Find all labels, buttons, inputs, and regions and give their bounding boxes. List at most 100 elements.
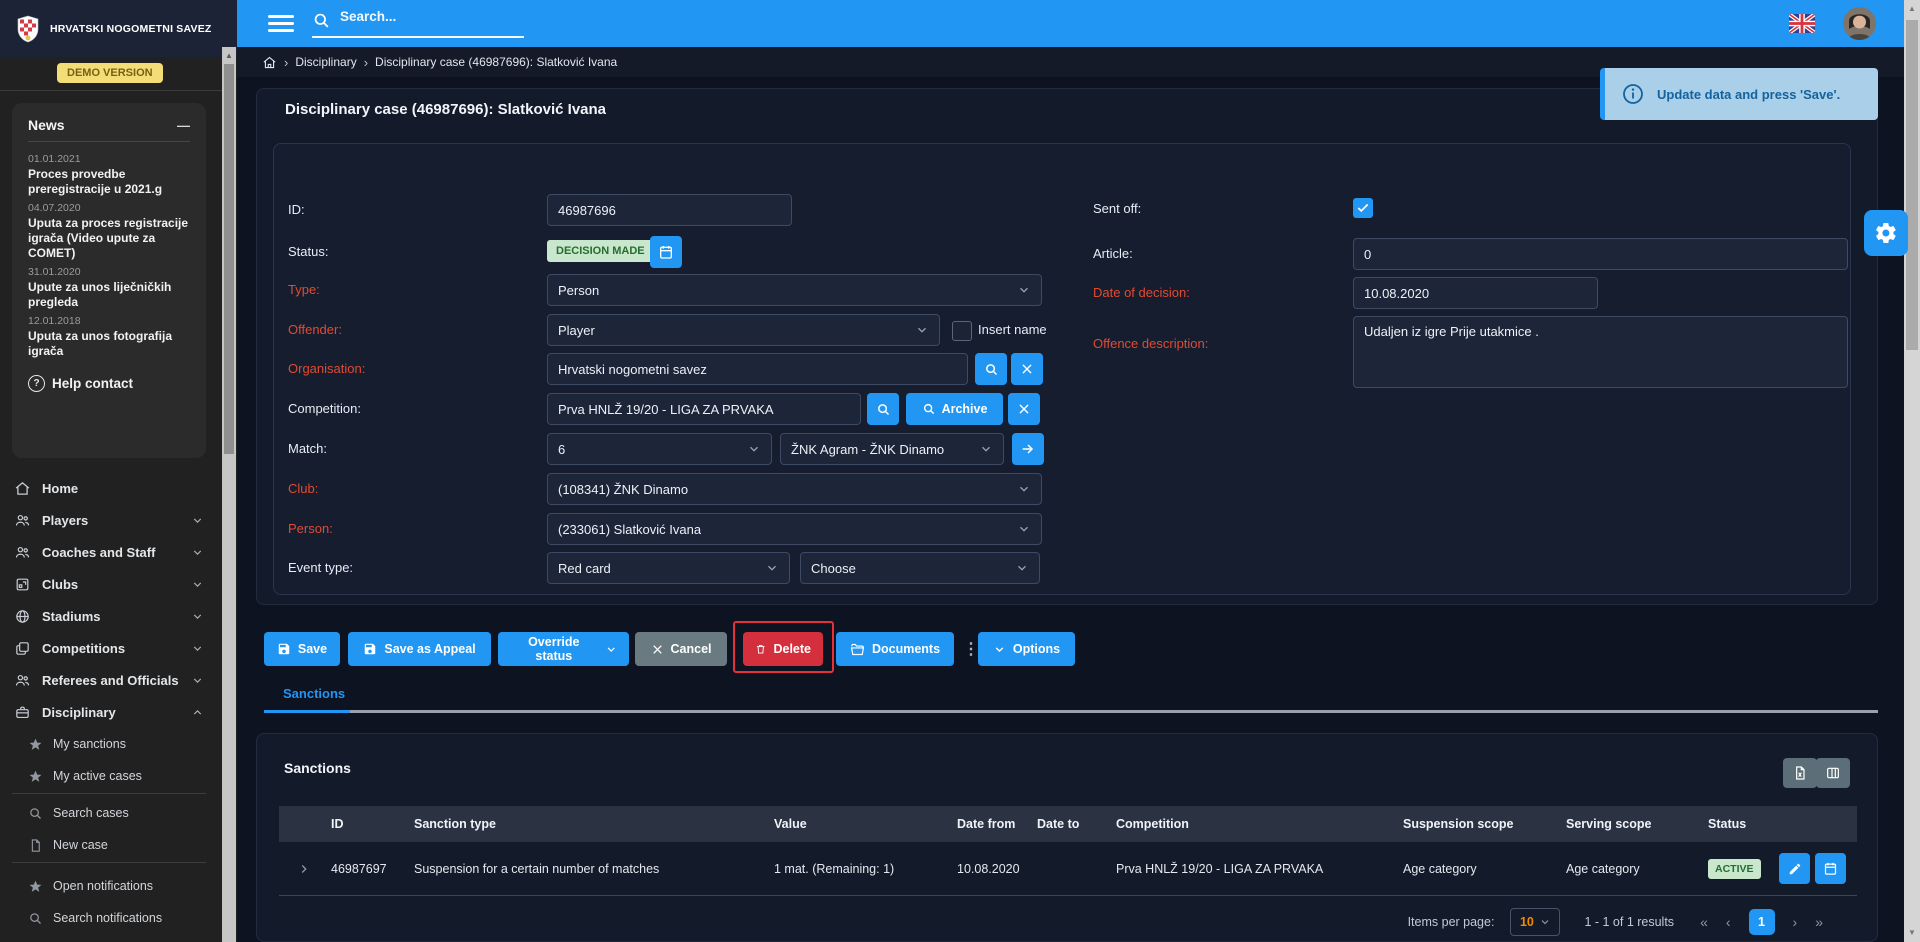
article-input[interactable]: [1353, 238, 1848, 270]
documents-button-label: Documents: [872, 642, 940, 656]
column-header-competition: Competition: [1116, 817, 1403, 831]
results-count: 1 - 1 of 1 results: [1584, 915, 1674, 929]
event-subtype-select[interactable]: Choose: [800, 552, 1040, 584]
competition-archive-button[interactable]: Archive: [906, 393, 1003, 425]
language-flag-uk-icon[interactable]: [1789, 14, 1815, 33]
more-actions-dots-icon[interactable]: ⋮: [963, 632, 979, 666]
settings-gear-button[interactable]: [1864, 210, 1908, 256]
divider: [0, 90, 222, 91]
sidebar-item-disciplinary[interactable]: Disciplinary: [0, 696, 218, 728]
date-of-decision-input[interactable]: [1353, 277, 1598, 309]
next-page-icon[interactable]: ›: [1793, 914, 1798, 930]
offender-select[interactable]: Player: [547, 314, 940, 346]
event-type-select[interactable]: Red card: [547, 552, 790, 584]
id-input[interactable]: [547, 194, 792, 226]
offence-description-textarea[interactable]: Udaljen iz igre Prije utakmice .: [1353, 316, 1848, 388]
prev-page-icon[interactable]: ‹: [1726, 914, 1731, 930]
column-settings-button[interactable]: [1816, 758, 1850, 788]
first-page-icon[interactable]: «: [1700, 914, 1708, 930]
tab-sanctions[interactable]: Sanctions: [283, 686, 345, 701]
news-panel: News — 01.01.2021 Proces provedbe prereg…: [12, 103, 206, 458]
documents-button[interactable]: Documents: [836, 632, 954, 666]
scroll-up-icon[interactable]: ▲: [222, 51, 236, 60]
sidebar-item-stadiums[interactable]: Stadiums: [0, 600, 218, 632]
news-date: 12.01.2018: [28, 315, 190, 327]
tooltip-text: Update data and press 'Save'.: [1657, 87, 1840, 102]
insert-name-checkbox[interactable]: [952, 321, 972, 341]
chevron-down-icon: [191, 546, 204, 559]
competition-input[interactable]: [547, 393, 861, 425]
delete-button[interactable]: Delete: [743, 632, 823, 666]
status-history-button[interactable]: [650, 236, 682, 268]
sidebar-item-new-case[interactable]: New case: [0, 831, 218, 859]
options-button-label: Options: [1013, 642, 1060, 656]
sidebar-subitem-label: Search cases: [53, 806, 129, 820]
cancel-button[interactable]: Cancel: [635, 632, 727, 666]
sidebar-item-referees-and-officials[interactable]: Referees and Officials: [0, 664, 218, 696]
breadcrumb-link-disciplinary[interactable]: Disciplinary: [295, 55, 356, 69]
match-pair-select[interactable]: ŽNK Agram - ŽNK Dinamo: [780, 433, 1004, 465]
page-scrollbar-thumb[interactable]: [1906, 20, 1918, 350]
file-icon: [28, 838, 43, 853]
options-button[interactable]: Options: [978, 632, 1075, 666]
page-scrollbar[interactable]: ▲ ▼: [1904, 0, 1920, 942]
save-button[interactable]: Save: [264, 632, 340, 666]
organisation-clear-button[interactable]: [1011, 353, 1043, 385]
news-link[interactable]: Proces provedbe preregistracije u 2021.g: [28, 167, 190, 197]
scroll-down-icon[interactable]: ▼: [1904, 928, 1920, 937]
news-link[interactable]: Uputa za proces registracije igrača (Vid…: [28, 216, 190, 261]
edit-sanction-button[interactable]: [1779, 853, 1810, 884]
sidebar-scrollbar[interactable]: ▲: [222, 47, 236, 942]
column-header-sanction-type: Sanction type: [414, 817, 774, 831]
user-avatar[interactable]: [1843, 7, 1876, 40]
news-item: 12.01.2018 Uputa za unos fotografija igr…: [12, 312, 206, 361]
save-as-appeal-button[interactable]: Save as Appeal: [348, 632, 491, 666]
sidebar-item-my-sanctions[interactable]: My sanctions: [0, 730, 218, 758]
override-status-button[interactable]: Override status: [498, 632, 629, 666]
sidebar-subitem-label: My active cases: [53, 769, 142, 783]
competition-clear-button[interactable]: [1008, 393, 1040, 425]
items-per-page-select[interactable]: 10: [1510, 908, 1560, 936]
sanction-history-button[interactable]: [1815, 853, 1846, 884]
sidebar-item-search-cases[interactable]: Search cases: [0, 799, 218, 827]
article-label: Article:: [1093, 238, 1133, 270]
news-link[interactable]: Uputa za unos fotografija igrača: [28, 329, 190, 359]
last-page-icon[interactable]: »: [1815, 914, 1823, 930]
sidebar-item-home[interactable]: Home: [0, 472, 218, 504]
cell-serving-scope: Age category: [1566, 862, 1708, 876]
sidebar-item-search-notifications[interactable]: Search notifications: [0, 904, 218, 932]
sidebar-item-competitions[interactable]: Competitions: [0, 632, 218, 664]
hamburger-menu-icon[interactable]: [268, 15, 294, 32]
sidebar-item-my-active-cases[interactable]: My active cases: [0, 762, 218, 790]
organisation-input[interactable]: [547, 353, 968, 385]
home-icon[interactable]: [262, 55, 277, 70]
type-select[interactable]: Person: [547, 274, 1042, 306]
person-select[interactable]: (233061) Slatković Ivana: [547, 513, 1042, 545]
home-icon: [14, 480, 31, 497]
search-input[interactable]: [338, 8, 527, 25]
chevron-down-icon: [1017, 522, 1031, 536]
clubs-icon: [14, 576, 31, 593]
row-expand-chevron-icon[interactable]: [297, 862, 331, 876]
current-page-button[interactable]: 1: [1749, 909, 1775, 935]
sidebar-item-clubs[interactable]: Clubs: [0, 568, 218, 600]
sanction-table-row[interactable]: 46987697 Suspension for a certain number…: [279, 842, 1857, 896]
news-header: News —: [12, 103, 206, 139]
go-to-match-button[interactable]: [1012, 433, 1044, 465]
chevron-up-icon: [191, 706, 204, 719]
sent-off-checkbox[interactable]: [1353, 198, 1373, 218]
help-contact-link[interactable]: ? Help contact: [12, 361, 206, 406]
scroll-up-icon[interactable]: ▲: [1904, 4, 1920, 13]
collapse-minus-icon[interactable]: —: [177, 118, 190, 133]
sidebar-item-coaches-and-staff[interactable]: Coaches and Staff: [0, 536, 218, 568]
news-link[interactable]: Upute za unos liječničkih pregleda: [28, 280, 190, 310]
sidebar-item-open-notifications[interactable]: Open notifications: [0, 872, 218, 900]
sidebar-item-players[interactable]: Players: [0, 504, 218, 536]
offender-select-value: Player: [558, 323, 595, 338]
match-round-select[interactable]: 6: [547, 433, 772, 465]
organisation-search-button[interactable]: [975, 353, 1007, 385]
competition-search-button[interactable]: [867, 393, 899, 425]
export-excel-button[interactable]: [1783, 758, 1817, 788]
sidebar-scrollbar-thumb[interactable]: [224, 64, 234, 454]
club-select[interactable]: (108341) ŽNK Dinamo: [547, 473, 1042, 505]
